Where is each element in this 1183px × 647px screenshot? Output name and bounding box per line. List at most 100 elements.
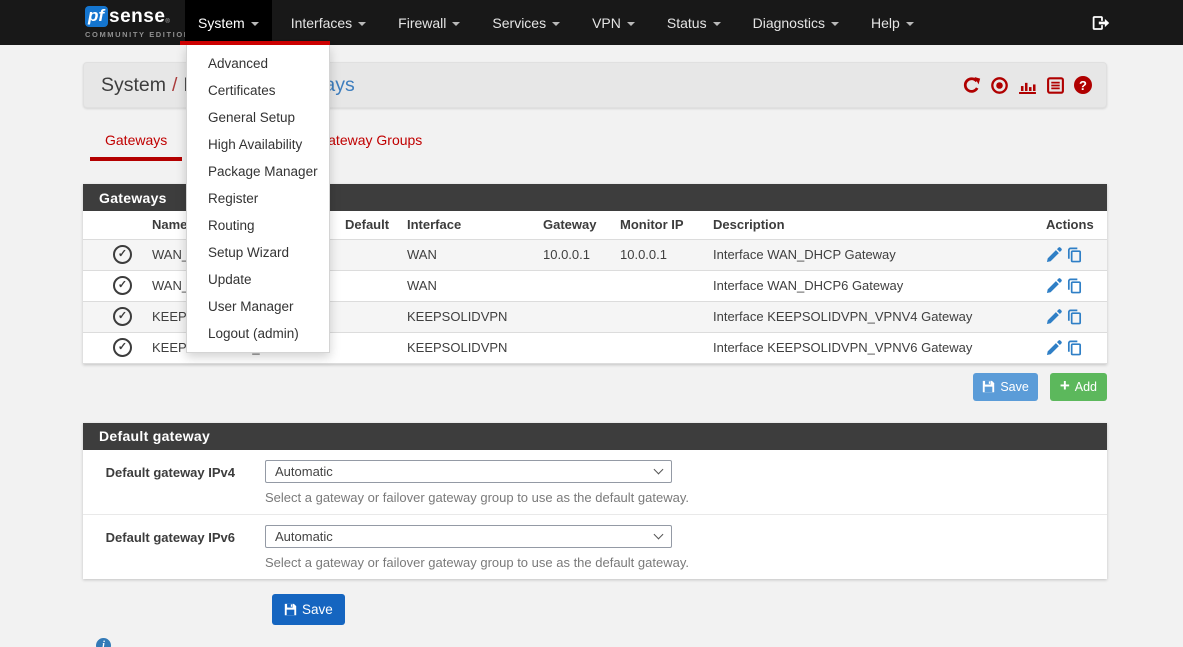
select-value: Automatic <box>275 464 333 479</box>
gateway-monitor-ip <box>600 270 705 301</box>
form-row: Default gateway IPv6 Automatic Select a … <box>83 514 1107 579</box>
registered-mark: ® <box>165 19 169 25</box>
default-gateway-select[interactable]: Automatic <box>265 460 672 483</box>
system-dropdown-menu: Advanced Certificates General Setup High… <box>186 45 330 353</box>
caret-down-icon <box>627 22 635 26</box>
caret-down-icon <box>358 22 366 26</box>
dropdown-menu-item[interactable]: General Setup <box>187 104 329 131</box>
nav-item-label: System <box>198 15 245 31</box>
sign-out-icon[interactable] <box>1091 0 1110 45</box>
gateway-enabled-icon: ✓ <box>113 307 132 326</box>
floppy-icon <box>982 380 995 393</box>
save-button[interactable]: Save <box>272 594 345 625</box>
add-gateway-button[interactable]: + Add <box>1050 373 1107 401</box>
dropdown-menu-item[interactable]: High Availability <box>187 131 329 158</box>
gateway-enabled-icon: ✓ <box>113 245 132 264</box>
edit-pencil-icon[interactable] <box>1046 277 1063 294</box>
nav-item-label: Diagnostics <box>753 15 825 31</box>
record-icon[interactable] <box>990 76 1009 95</box>
gateway-address <box>535 332 600 363</box>
default-gateway-panel-title: Default gateway <box>83 423 1107 450</box>
top-navbar: pfsense® COMMUNITY EDITION System Interf… <box>0 0 1183 45</box>
floppy-icon <box>284 603 297 616</box>
nav-item[interactable]: Diagnostics <box>740 0 852 45</box>
breadcrumb-section[interactable]: System <box>101 74 166 96</box>
active-menu-underline <box>180 41 330 45</box>
gateway-interface: KEEPSOLIDVPN <box>400 301 535 332</box>
edit-pencil-icon[interactable] <box>1046 246 1063 263</box>
tab[interactable]: Gateways <box>90 124 182 161</box>
nav-item[interactable]: Help <box>858 0 927 45</box>
nav-item-label: Interfaces <box>291 15 352 31</box>
header-quick-icons: ? <box>962 76 1092 95</box>
gateway-interface: KEEPSOLIDVPN <box>400 332 535 363</box>
field-help-text: Select a gateway or failover gateway gro… <box>265 490 689 505</box>
help-icon[interactable]: ? <box>1074 76 1092 94</box>
gateway-default <box>335 332 400 363</box>
tab-label: Gateway Groups <box>317 132 422 148</box>
main-nav: System Interfaces Firewall Services VPN <box>182 0 930 45</box>
edit-pencil-icon[interactable] <box>1046 308 1063 325</box>
nav-item[interactable]: System <box>185 0 272 45</box>
dropdown-menu-item[interactable]: Register <box>187 185 329 212</box>
nav-item-label: VPN <box>592 15 621 31</box>
col-monitor-ip: Monitor IP <box>600 211 705 239</box>
gateway-enabled-icon: ✓ <box>113 276 132 295</box>
copy-icon[interactable] <box>1066 246 1083 263</box>
tab-label: Gateways <box>105 132 167 148</box>
copy-icon[interactable] <box>1066 277 1083 294</box>
dropdown-menu-item[interactable]: Certificates <box>187 77 329 104</box>
form-row: Default gateway IPv4 Automatic Select a … <box>83 450 1107 514</box>
gateway-description: Interface KEEPSOLIDVPN_VPNV6 Gateway <box>705 332 1040 363</box>
caret-down-icon <box>906 22 914 26</box>
caret-down-icon <box>713 22 721 26</box>
gateway-description: Interface KEEPSOLIDVPN_VPNV4 Gateway <box>705 301 1040 332</box>
chevron-down-icon <box>654 464 664 474</box>
dropdown-menu-item[interactable]: User Manager <box>187 293 329 320</box>
nav-item[interactable]: Status <box>654 0 734 45</box>
gateway-interface: WAN <box>400 239 535 270</box>
edit-pencil-icon[interactable] <box>1046 339 1063 356</box>
nav-item[interactable]: Interfaces <box>278 0 379 45</box>
field-label: Default gateway IPv6 <box>83 525 235 570</box>
caret-down-icon <box>831 22 839 26</box>
gateway-address <box>535 301 600 332</box>
copy-icon[interactable] <box>1066 339 1083 356</box>
refresh-icon[interactable] <box>962 76 981 95</box>
gateway-monitor-ip <box>600 301 705 332</box>
field-help-text: Select a gateway or failover gateway gro… <box>265 555 689 570</box>
nav-item-label: Help <box>871 15 900 31</box>
gateway-interface: WAN <box>400 270 535 301</box>
col-default: Default <box>335 211 400 239</box>
breadcrumb-separator: / <box>166 74 183 96</box>
select-value: Automatic <box>275 529 333 544</box>
caret-down-icon <box>251 22 259 26</box>
monitoring-icon[interactable] <box>1018 76 1037 95</box>
dropdown-menu-item[interactable]: Setup Wizard <box>187 239 329 266</box>
info-icon[interactable]: i <box>96 638 111 647</box>
dropdown-menu-item[interactable]: Routing <box>187 212 329 239</box>
dropdown-menu-item[interactable]: Package Manager <box>187 158 329 185</box>
gateway-default <box>335 301 400 332</box>
default-gateway-select[interactable]: Automatic <box>265 525 672 548</box>
pfsense-logo[interactable]: pfsense® COMMUNITY EDITION <box>85 0 182 45</box>
nav-item[interactable]: VPN <box>579 0 648 45</box>
table-actions: Save + Add <box>83 373 1107 401</box>
gateway-default <box>335 270 400 301</box>
col-gateway: Gateway <box>535 211 600 239</box>
plus-icon: + <box>1060 377 1070 394</box>
col-description: Description <box>705 211 1040 239</box>
nav-item-label: Status <box>667 15 707 31</box>
log-icon[interactable] <box>1046 76 1065 95</box>
gateway-monitor-ip: 10.0.0.1 <box>600 239 705 270</box>
dropdown-menu-item[interactable]: Advanced <box>187 50 329 77</box>
copy-icon[interactable] <box>1066 308 1083 325</box>
gateway-description: Interface WAN_DHCP6 Gateway <box>705 270 1040 301</box>
dropdown-menu-item[interactable]: Logout (admin) <box>187 320 329 347</box>
save-order-button[interactable]: Save <box>973 373 1038 401</box>
logo-pf-badge: pf <box>85 6 108 27</box>
nav-item[interactable]: Firewall <box>385 0 473 45</box>
edition-label: COMMUNITY EDITION <box>85 30 182 39</box>
nav-item[interactable]: Services <box>479 0 573 45</box>
dropdown-menu-item[interactable]: Update <box>187 266 329 293</box>
